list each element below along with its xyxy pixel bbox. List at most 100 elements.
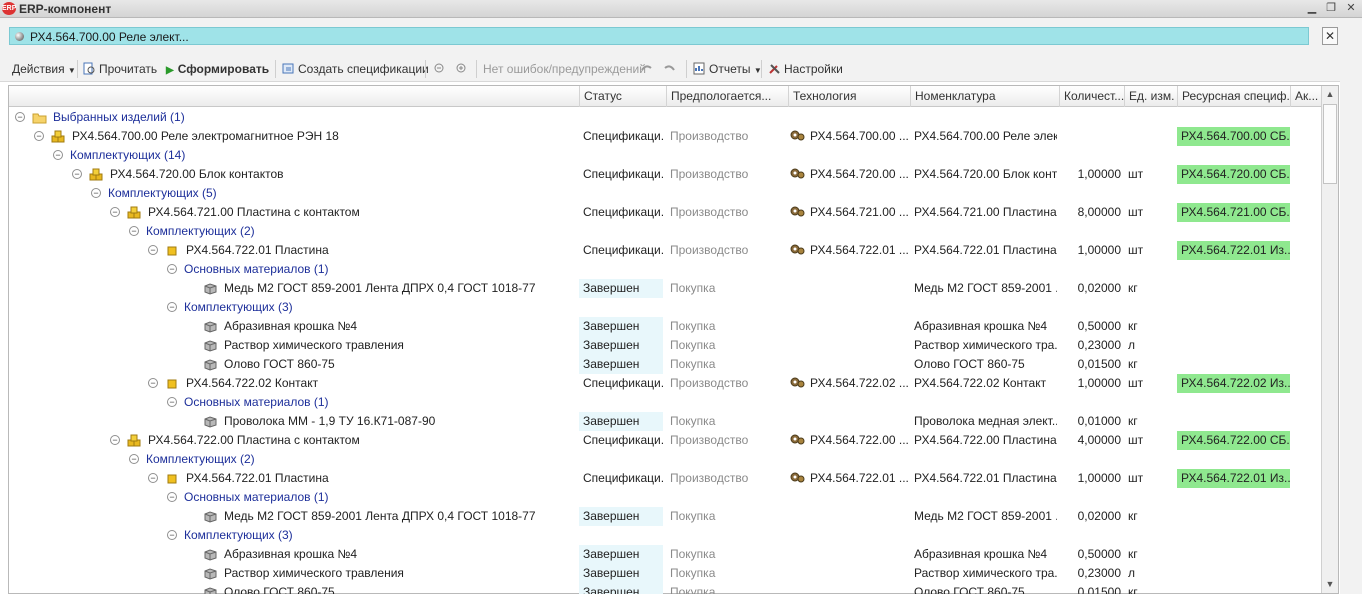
- row-quantity: 0,02000: [1077, 281, 1121, 295]
- technology-icon: [790, 376, 810, 390]
- tree-group-row[interactable]: − Основных материалов (1): [9, 393, 1322, 412]
- row-name: Медь М2 ГОСТ 859-2001 Лента ДПРХ 0,4 ГОС…: [224, 281, 536, 295]
- settings-button[interactable]: Настройки: [768, 61, 843, 77]
- table-row[interactable]: − РХ4.564.700.00 Реле электромагнитное РЭ…: [9, 127, 1322, 146]
- row-name: РХ4.564.721.00 Пластина с контактом: [148, 205, 360, 219]
- collapse-toggle-icon[interactable]: −: [110, 435, 120, 445]
- document-title-field[interactable]: РХ4.564.700.00 Реле элект...: [9, 27, 1309, 45]
- close-window-icon[interactable]: ✕: [1343, 1, 1359, 16]
- table-row[interactable]: − РХ4.564.722.01 Пластина Спецификаци... Пр…: [9, 469, 1322, 488]
- scroll-thumb[interactable]: [1323, 104, 1337, 184]
- row-resource-spec[interactable]: РХ4.564.722.01 Из...: [1177, 469, 1290, 488]
- row-resource-spec[interactable]: РХ4.564.700.00 СБ...: [1177, 127, 1290, 146]
- close-document-button[interactable]: ✕: [1322, 27, 1338, 45]
- material-icon: [203, 415, 218, 428]
- row-name: РХ4.564.720.00 Блок контактов: [110, 167, 284, 181]
- collapse-toggle-icon[interactable]: −: [167, 397, 177, 407]
- table-row[interactable]: Олово ГОСТ 860-75 Завершен Покупка Олово ГО…: [9, 355, 1322, 374]
- expand-all-icon[interactable]: [455, 61, 471, 77]
- row-resource-spec[interactable]: РХ4.564.721.00 СБ...: [1177, 203, 1290, 222]
- table-row[interactable]: Медь М2 ГОСТ 859-2001 Лента ДПРХ 0,4 ГОС…: [9, 279, 1322, 298]
- collapse-toggle-icon[interactable]: −: [129, 454, 139, 464]
- reports-menu-button[interactable]: Отчеты ▼: [693, 61, 762, 77]
- collapse-toggle-icon[interactable]: −: [110, 207, 120, 217]
- row-resource-spec[interactable]: РХ4.564.722.02 Из...: [1177, 374, 1290, 393]
- table-row[interactable]: Абразивная крошка №4 Завершен Покупка Абраз…: [9, 317, 1322, 336]
- technology-icon: [790, 433, 810, 447]
- collapse-toggle-icon[interactable]: −: [167, 492, 177, 502]
- row-technology-text: РХ4.564.721.00 ...: [810, 205, 909, 219]
- collapse-toggle-icon[interactable]: −: [129, 226, 139, 236]
- table-row[interactable]: Олово ГОСТ 860-75 Завершен Покупка Олово ГО…: [9, 583, 1322, 594]
- collapse-toggle-icon[interactable]: −: [167, 530, 177, 540]
- row-resource-spec[interactable]: РХ4.564.720.00 СБ...: [1177, 165, 1290, 184]
- vertical-scrollbar[interactable]: ▲ ▼: [1321, 86, 1338, 593]
- collapse-toggle-icon[interactable]: −: [15, 112, 25, 122]
- tree-group-row[interactable]: − Комплектующих (3): [9, 526, 1322, 545]
- tree-group-row[interactable]: − Комплектующих (14): [9, 146, 1322, 165]
- restore-icon[interactable]: ❐: [1323, 1, 1339, 16]
- collapse-toggle-icon[interactable]: −: [148, 473, 158, 483]
- collapse-toggle-icon[interactable]: −: [34, 131, 44, 141]
- column-header-nomenclature[interactable]: Номенклатура: [910, 86, 1059, 107]
- tree-group-row[interactable]: − Комплектующих (3): [9, 298, 1322, 317]
- tree-group-row[interactable]: − Основных материалов (1): [9, 260, 1322, 279]
- column-header-planned[interactable]: Предпологается...: [666, 86, 788, 107]
- collapse-toggle-icon[interactable]: −: [148, 378, 158, 388]
- tree-group-row[interactable]: − Выбранных изделий (1): [9, 108, 1322, 127]
- actions-menu-button[interactable]: Действия ▼: [12, 61, 76, 77]
- tree-group-row[interactable]: − Основных материалов (1): [9, 488, 1322, 507]
- column-header-quantity[interactable]: Количест...: [1059, 86, 1124, 107]
- scroll-up-icon[interactable]: ▲: [1322, 86, 1338, 103]
- column-header-active[interactable]: Ак...: [1290, 86, 1322, 107]
- row-planned: Покупка: [670, 566, 716, 580]
- column-header-unit[interactable]: Ед. изм.: [1124, 86, 1177, 107]
- generate-button[interactable]: ▶ Сформировать: [166, 61, 269, 77]
- table-row[interactable]: Раствор химического травления Завершен Пок…: [9, 564, 1322, 583]
- previous-error-icon[interactable]: [640, 61, 656, 77]
- tree-group-row[interactable]: − Комплектующих (2): [9, 222, 1322, 241]
- settings-label: Настройки: [784, 62, 843, 76]
- table-row[interactable]: − РХ4.564.722.00 Пластина с контактом Спец…: [9, 431, 1322, 450]
- read-button[interactable]: Прочитать: [83, 61, 157, 77]
- table-row[interactable]: − РХ4.564.722.02 Контакт Спецификаци... Про…: [9, 374, 1322, 393]
- row-planned: Производство: [670, 205, 749, 219]
- row-quantity: 1,00000: [1077, 243, 1121, 257]
- table-row[interactable]: Абразивная крошка №4 Завершен Покупка Абраз…: [9, 545, 1322, 564]
- collapse-toggle-icon[interactable]: −: [53, 150, 63, 160]
- row-name: Комплектующих (5): [108, 186, 217, 200]
- column-header-technology[interactable]: Технология: [788, 86, 910, 107]
- tree-group-row[interactable]: − Комплектующих (5): [9, 184, 1322, 203]
- row-status: Завершен: [579, 317, 663, 336]
- row-resource-spec[interactable]: РХ4.564.722.01 Из...: [1177, 241, 1290, 260]
- collapse-toggle-icon[interactable]: −: [148, 245, 158, 255]
- row-resource-spec[interactable]: РХ4.564.722.00 СБ...: [1177, 431, 1290, 450]
- create-specs-button[interactable]: Создать спецификации: [282, 61, 429, 77]
- column-header-tree[interactable]: [9, 86, 579, 107]
- read-label: Прочитать: [99, 62, 158, 76]
- specification-tree-grid[interactable]: Статус Предпологается... Технология Номе…: [8, 85, 1339, 594]
- table-row[interactable]: − РХ4.564.722.01 Пластина Спецификаци... Пр…: [9, 241, 1322, 260]
- table-row[interactable]: Проволока ММ - 1,9 ТУ 16.К71-087-90 Завер…: [9, 412, 1322, 431]
- column-header-resource-spec[interactable]: Ресурсная специф...: [1177, 86, 1290, 107]
- table-row[interactable]: − РХ4.564.721.00 Пластина с контактом Спец…: [9, 203, 1322, 222]
- row-planned: Покупка: [670, 547, 716, 561]
- column-header-status[interactable]: Статус: [579, 86, 666, 107]
- tree-group-row[interactable]: − Комплектующих (2): [9, 450, 1322, 469]
- material-icon: [203, 510, 218, 523]
- next-error-icon[interactable]: [663, 61, 679, 77]
- table-row[interactable]: Медь М2 ГОСТ 859-2001 Лента ДПРХ 0,4 ГОС…: [9, 507, 1322, 526]
- row-nomenclature: Медь М2 ГОСТ 859-2001 ...: [914, 509, 1057, 523]
- collapse-toggle-icon[interactable]: −: [72, 169, 82, 179]
- errors-status-label[interactable]: Нет ошибок/предупреждений: [483, 61, 646, 77]
- table-row[interactable]: − РХ4.564.720.00 Блок контактов Спецификац…: [9, 165, 1322, 184]
- collapse-toggle-icon[interactable]: −: [91, 188, 101, 198]
- row-name: Раствор химического травления: [224, 338, 404, 352]
- collapse-toggle-icon[interactable]: −: [167, 302, 177, 312]
- minimize-icon[interactable]: ▁: [1304, 1, 1320, 16]
- table-row[interactable]: Раствор химического травления Завершен Пок…: [9, 336, 1322, 355]
- scroll-down-icon[interactable]: ▼: [1322, 576, 1338, 593]
- right-edge-panel: [1340, 18, 1362, 594]
- collapse-all-icon[interactable]: [433, 61, 449, 77]
- collapse-toggle-icon[interactable]: −: [167, 264, 177, 274]
